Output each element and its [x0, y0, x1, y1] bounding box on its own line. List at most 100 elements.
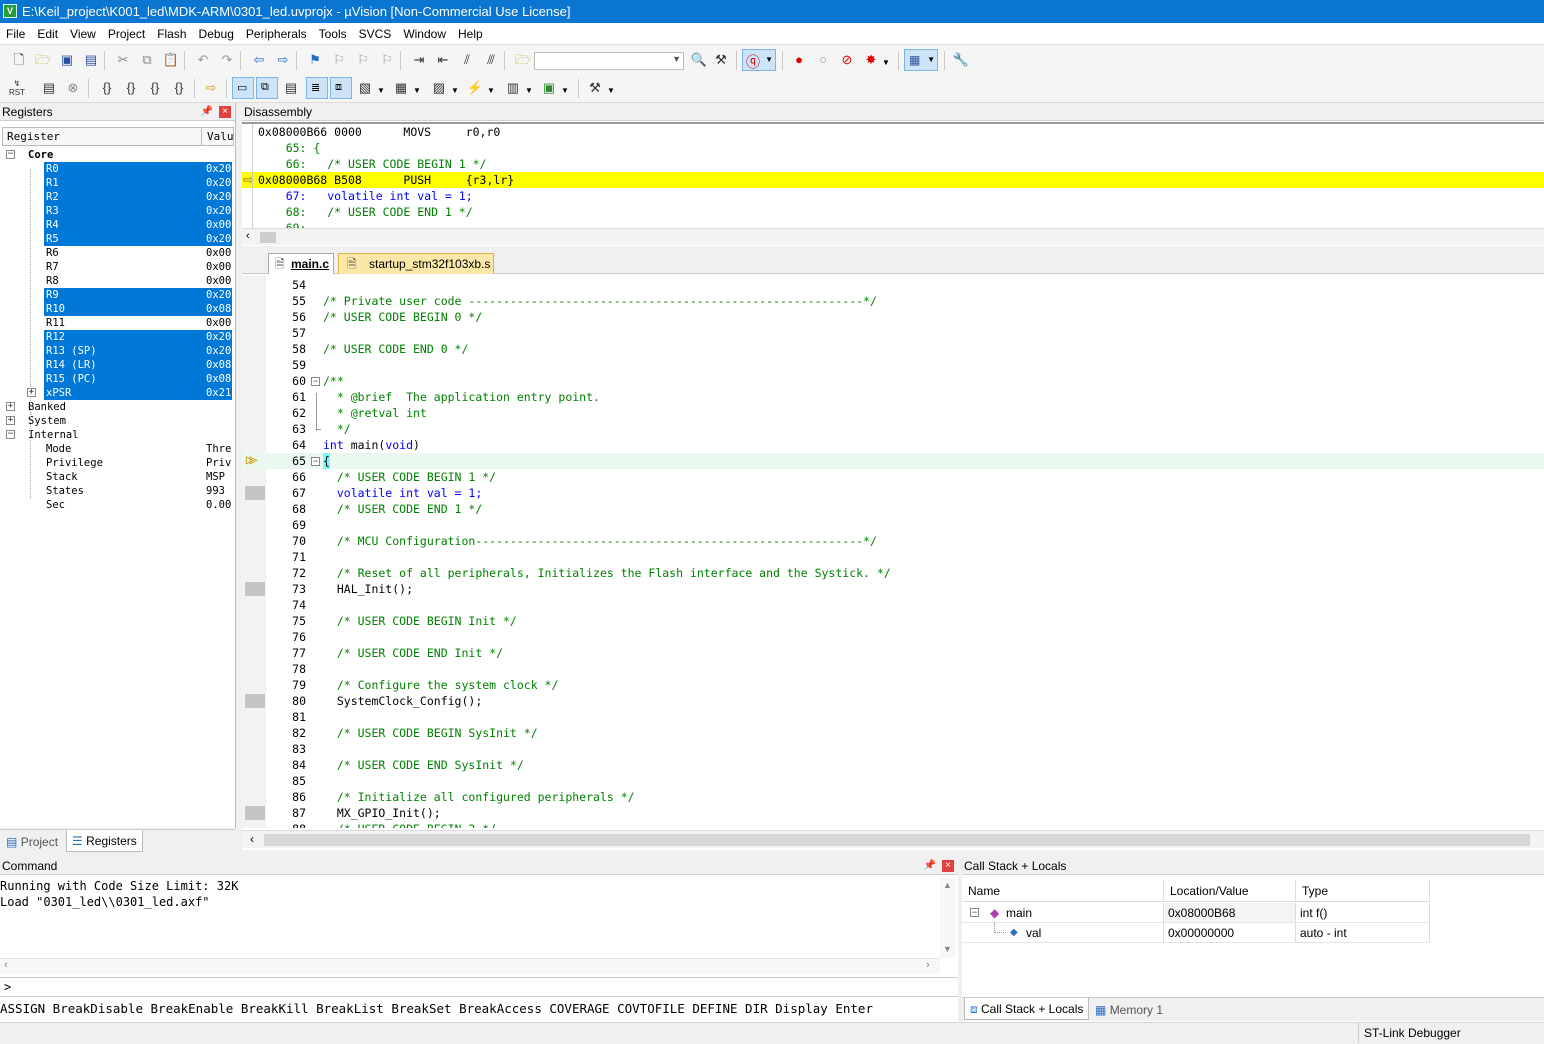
tab-registers[interactable]: ☰ Registers — [66, 830, 143, 852]
menu-flash[interactable]: Flash — [151, 23, 192, 45]
code-line[interactable]: 66 /* USER CODE BEGIN 1 */ — [242, 469, 1544, 485]
system-viewer-icon[interactable]: ▣ — [540, 79, 558, 97]
code-line[interactable]: 77 /* USER CODE END Init */ — [242, 645, 1544, 661]
register-group-core[interactable]: − Core — [2, 148, 234, 162]
code-line[interactable]: 62 * @retval int — [242, 405, 1544, 421]
register-row[interactable]: R9 0x20 — [44, 288, 232, 302]
callstack-row-name[interactable]: − ◆ main — [962, 903, 1164, 923]
prev-bookmark-icon[interactable]: ⚐ — [330, 51, 348, 69]
executable-line-marker[interactable] — [245, 486, 265, 500]
disassembly-line[interactable]: 66: /* USER CODE BEGIN 1 */ — [258, 156, 487, 172]
reset-cpu-icon[interactable]: ↯ RST — [8, 79, 26, 97]
register-row[interactable]: R7 0x00 — [44, 260, 232, 274]
code-line[interactable]: 61 * @brief The application entry point. — [242, 389, 1544, 405]
code-line[interactable]: 71 — [242, 549, 1544, 565]
symbols-window-icon[interactable]: ▤ — [282, 79, 300, 97]
find-combobox[interactable]: ▼ — [534, 52, 684, 70]
register-row[interactable]: R14 (LR) 0x08 — [44, 358, 232, 372]
code-line[interactable]: 83 — [242, 741, 1544, 757]
menu-debug[interactable]: Debug — [193, 23, 240, 45]
code-line[interactable]: 67 volatile int val = 1; — [242, 485, 1544, 501]
column-header-value[interactable]: Valu — [207, 128, 234, 145]
run-icon[interactable]: ▤ — [40, 79, 58, 97]
scroll-thumb[interactable] — [264, 834, 1530, 846]
command-window-toggle[interactable]: ▭ — [232, 77, 254, 99]
command-hscrollbar[interactable]: ‹ › — [0, 958, 940, 974]
close-icon[interactable]: × — [942, 860, 954, 872]
register-row[interactable]: R12 0x20 — [44, 330, 232, 344]
toolbox-icon[interactable]: ⚒ — [586, 79, 604, 97]
internal-row[interactable]: Mode Thre — [44, 442, 232, 456]
menu-help[interactable]: Help — [452, 23, 489, 45]
memory-window-icon[interactable]: ▦ — [392, 79, 410, 97]
nav-forward-icon[interactable]: ⇨ — [274, 51, 292, 69]
column-header-location[interactable]: Location/Value — [1164, 880, 1296, 902]
disassembly-line[interactable]: 68: /* USER CODE END 1 */ — [258, 204, 473, 220]
internal-row[interactable]: Privilege Priv — [44, 456, 232, 470]
locals-row-value[interactable]: 0x00000000 — [1164, 923, 1296, 943]
code-line[interactable]: 63 */ — [242, 421, 1544, 437]
clear-bookmarks-icon[interactable]: ⚐ — [378, 51, 396, 69]
callstack-row-location[interactable]: 0x08000B68 — [1164, 903, 1296, 923]
register-group-system[interactable]: + System — [2, 414, 234, 428]
register-row[interactable]: R0 0x20 — [44, 162, 232, 176]
column-header-type[interactable]: Type — [1296, 880, 1430, 902]
code-line[interactable]: 85 — [242, 773, 1544, 789]
undo-icon[interactable]: ↶ — [194, 51, 212, 69]
menu-view[interactable]: View — [64, 23, 102, 45]
code-line[interactable]: 88 /* USER CODE BEGIN 2 */ — [242, 821, 1544, 828]
disassembly-window-toggle[interactable]: ⧉ — [256, 77, 278, 99]
code-line[interactable]: 54 — [242, 277, 1544, 293]
register-group-internal[interactable]: − Internal — [2, 428, 234, 442]
editor-hscrollbar[interactable]: ‹ — [242, 830, 1544, 848]
code-line[interactable]: 58 /* USER CODE END 0 */ — [242, 341, 1544, 357]
insert-breakpoint-icon[interactable]: ● — [790, 51, 808, 69]
analysis-window-icon[interactable]: ⚡ — [466, 79, 484, 97]
scroll-thumb[interactable] — [260, 232, 276, 243]
executable-line-marker[interactable] — [245, 694, 265, 708]
scroll-left-icon[interactable]: ‹ — [250, 832, 254, 846]
serial-window-icon[interactable]: ▨ — [430, 79, 448, 97]
new-file-icon[interactable]: 🗋 — [10, 51, 28, 69]
show-next-statement-icon[interactable]: ⇨ — [202, 79, 220, 97]
menu-file[interactable]: File — [0, 23, 31, 45]
column-header-name[interactable]: Name — [962, 880, 1164, 902]
code-line[interactable]: 75 /* USER CODE BEGIN Init */ — [242, 613, 1544, 629]
expand-icon[interactable]: + — [6, 402, 15, 411]
trace-window-icon[interactable]: ▥ — [504, 79, 522, 97]
close-icon[interactable]: × — [219, 106, 231, 118]
uncomment-icon[interactable]: ⫻ — [482, 51, 500, 69]
code-line[interactable]: 59 — [242, 357, 1544, 373]
command-input[interactable]: > — [0, 977, 958, 997]
expand-icon[interactable]: + — [6, 416, 15, 425]
bookmark-icon[interactable]: ⚑ — [306, 51, 324, 69]
register-group-banked[interactable]: + Banked — [2, 400, 234, 414]
watch-window-icon[interactable]: ▧ — [356, 79, 374, 97]
disassembly-hscrollbar[interactable]: ‹ — [242, 228, 1544, 245]
register-row[interactable]: R5 0x20 — [44, 232, 232, 246]
code-line[interactable]: 55 /* Private user code -----------------… — [242, 293, 1544, 309]
disable-all-breakpoints-icon[interactable]: ⊘ — [838, 51, 856, 69]
code-line[interactable]: 82 /* USER CODE BEGIN SysInit */ — [242, 725, 1544, 741]
code-line[interactable]: 73 HAL_Init(); — [242, 581, 1544, 597]
code-line[interactable]: 81 — [242, 709, 1544, 725]
save-icon[interactable]: ▣ — [58, 51, 76, 69]
incremental-find-icon[interactable]: ⚒ — [712, 51, 730, 69]
menu-tools[interactable]: Tools — [313, 23, 353, 45]
code-line[interactable]: 74 — [242, 597, 1544, 613]
fold-icon[interactable]: − — [311, 377, 320, 386]
cut-icon[interactable]: ✂ — [114, 51, 132, 69]
next-bookmark-icon[interactable]: ⚐ — [354, 51, 372, 69]
register-row[interactable]: R4 0x00 — [44, 218, 232, 232]
registers-window-toggle[interactable]: ≣ — [306, 77, 328, 99]
tab-project[interactable]: ▤ Project — [2, 832, 62, 852]
disable-breakpoint-icon[interactable]: ○ — [814, 51, 832, 69]
run-to-cursor-icon[interactable]: {} — [170, 79, 188, 97]
disassembly-line[interactable]: 69: — [258, 220, 307, 228]
configure-icon[interactable]: 🔧 — [952, 51, 970, 69]
disassembly-line[interactable]: 0x08000B66 0000 MOVS r0,r0 — [258, 124, 500, 140]
step-out-icon[interactable]: {} — [146, 79, 164, 97]
call-stack-window-toggle[interactable]: ⧈ — [330, 77, 352, 99]
executable-line-marker[interactable] — [245, 806, 265, 820]
code-line[interactable]: 65 ▷▷ −{ — [242, 453, 1544, 469]
